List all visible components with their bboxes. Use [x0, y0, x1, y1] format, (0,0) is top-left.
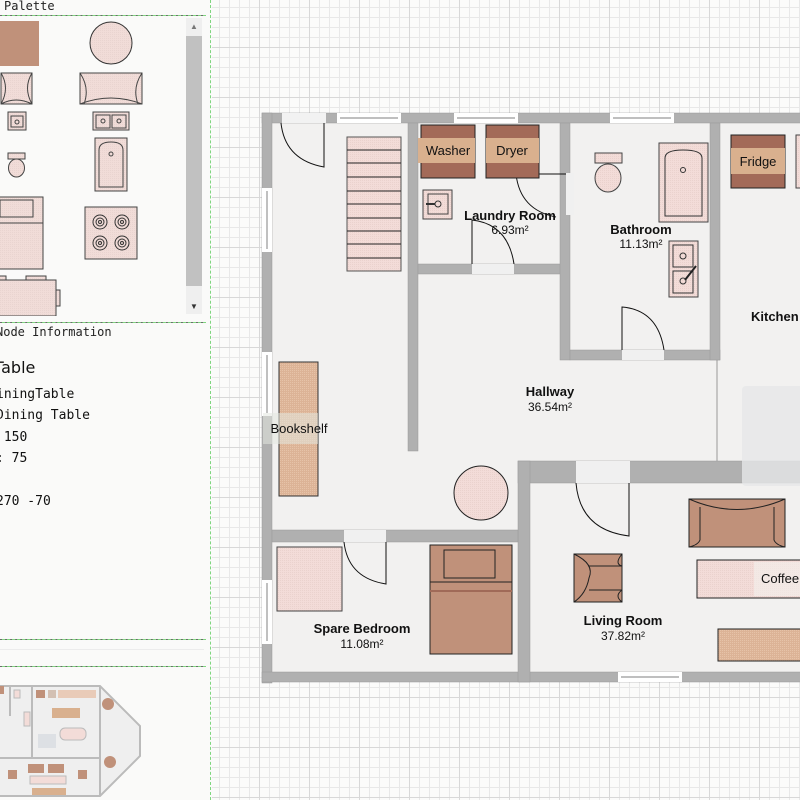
- wall-inner[interactable]: [709, 122, 721, 361]
- coffee-label: Coffee: [761, 571, 799, 586]
- window[interactable]: [618, 672, 682, 682]
- laundry-room-area: 6.93m²: [491, 223, 528, 237]
- node-key-line: iningTable: [0, 387, 75, 402]
- spare-bedroom-area: 11.08m²: [340, 637, 383, 651]
- dryer-label: Dryer: [496, 143, 528, 158]
- node-location-line: 270 -70: [0, 494, 51, 509]
- kitchen-counter[interactable]: [795, 134, 800, 189]
- laundry-sink[interactable]: [422, 189, 453, 220]
- kitchen-name: Kitchen: [751, 309, 799, 324]
- stairs[interactable]: [346, 136, 402, 272]
- window[interactable]: [282, 113, 326, 123]
- dryer[interactable]: Dryer: [485, 124, 540, 179]
- window[interactable]: [337, 113, 401, 123]
- divider: [0, 639, 204, 640]
- desk-icon[interactable]: [0, 275, 61, 316]
- window[interactable]: [610, 113, 674, 123]
- bathtub-icon[interactable]: [94, 137, 128, 192]
- bathtub[interactable]: [658, 142, 709, 223]
- sink-icon[interactable]: [7, 111, 27, 131]
- hallway-area: 36.54m²: [528, 400, 572, 414]
- palette-scrollbar[interactable]: ▲ ▼: [186, 18, 202, 314]
- double-sink[interactable]: [668, 240, 699, 298]
- window[interactable]: [262, 352, 272, 416]
- washer[interactable]: Washer: [418, 124, 476, 179]
- bathroom-area: 11.13m²: [619, 237, 662, 251]
- hallway-name: Hallway: [526, 384, 575, 399]
- minimap-plan[interactable]: [0, 666, 204, 800]
- bathroom-name: Bathroom: [610, 222, 671, 237]
- floor-plan[interactable]: Washer Dryer Fridge Bookshelf Coffee Lau…: [212, 0, 800, 800]
- armchair-icon[interactable]: [0, 72, 33, 105]
- node-info-panel: Node Information Table iningTable Dining…: [0, 322, 204, 640]
- divider: [0, 649, 204, 650]
- living-room-area: 37.82m²: [601, 629, 645, 643]
- overview-minimap[interactable]: [0, 666, 204, 800]
- scroll-thumb[interactable]: [186, 36, 202, 286]
- laundry-room-name: Laundry Room: [464, 208, 556, 223]
- armchair[interactable]: [573, 553, 623, 603]
- window[interactable]: [454, 113, 518, 123]
- round-table-icon[interactable]: [89, 21, 133, 65]
- washer-label: Washer: [426, 143, 471, 158]
- spare-table[interactable]: [276, 546, 343, 612]
- palette-items: [0, 21, 143, 316]
- stove-icon[interactable]: [84, 206, 138, 260]
- fridge[interactable]: Fridge: [730, 134, 786, 189]
- bed[interactable]: [429, 544, 513, 655]
- node-text-line: Dining Table: [0, 408, 90, 423]
- left-column: Palette ▲ ▼ Node Information able iningT…: [0, 0, 210, 800]
- sofa[interactable]: [688, 498, 786, 548]
- bookshelf-label: Bookshelf: [270, 421, 327, 436]
- living-room-name: Living Room: [584, 613, 663, 628]
- wall-inner[interactable]: [559, 122, 571, 361]
- kitchen-island[interactable]: [742, 386, 800, 486]
- sofa-icon[interactable]: [79, 72, 143, 105]
- wall-inner[interactable]: [407, 122, 419, 452]
- fridge-label: Fridge: [740, 154, 777, 169]
- palette-title: Palette: [4, 0, 55, 13]
- tv-stand[interactable]: [717, 628, 800, 662]
- square-table-icon[interactable]: [0, 21, 39, 66]
- node-width-line: 150: [3, 430, 28, 445]
- wall-inner[interactable]: [517, 460, 531, 683]
- spare-bedroom-name: Spare Bedroom: [314, 621, 411, 636]
- node-info-title: Node Information: [0, 325, 112, 339]
- scroll-up-arrow-icon[interactable]: ▲: [186, 18, 202, 34]
- window[interactable]: [262, 188, 272, 252]
- wall-inner[interactable]: [271, 529, 519, 543]
- round-table[interactable]: [453, 465, 509, 521]
- scroll-down-arrow-icon[interactable]: ▼: [186, 298, 202, 314]
- node-height-line: : 75: [0, 451, 28, 466]
- toilet[interactable]: [594, 152, 623, 193]
- palette-panel: ▲ ▼: [0, 16, 204, 316]
- wall-bottom[interactable]: [261, 671, 800, 683]
- diagram-canvas[interactable]: Washer Dryer Fridge Bookshelf Coffee Lau…: [212, 0, 800, 800]
- minimap-house: [0, 685, 141, 797]
- bed-icon[interactable]: [0, 196, 44, 270]
- node-heading: Table: [0, 358, 36, 377]
- coffee-table[interactable]: Coffee: [696, 559, 800, 599]
- double-sink-icon[interactable]: [92, 111, 130, 131]
- toilet-icon[interactable]: [7, 152, 26, 178]
- window[interactable]: [262, 580, 272, 644]
